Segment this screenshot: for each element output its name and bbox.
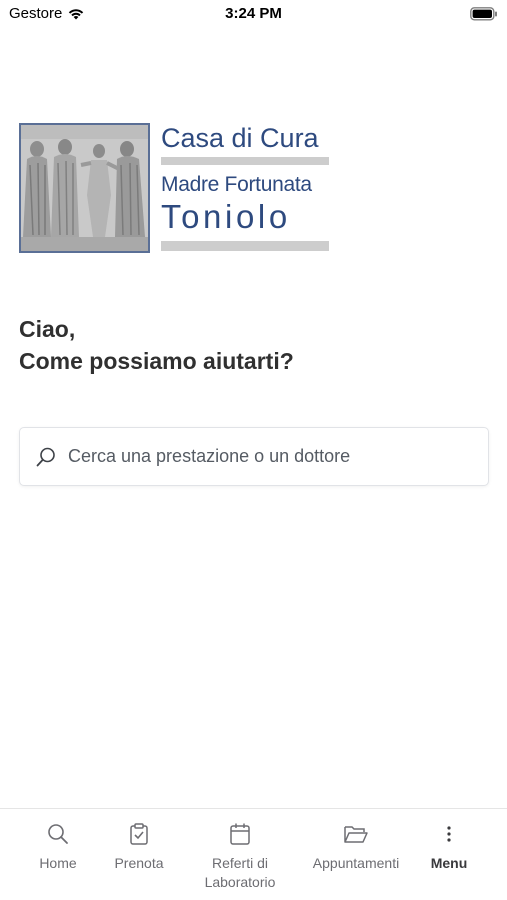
nav-label-menu: Menu xyxy=(430,855,468,871)
logo-line-casa-di-cura: Casa di Cura xyxy=(161,123,319,153)
logo-line-madre-fortunata: Madre Fortunata xyxy=(161,173,312,196)
bottom-nav: Home Prenota Referti di Laboratorio Appu… xyxy=(0,808,507,900)
clipboard-check-icon xyxy=(129,821,149,847)
logo-line-toniolo: Toniolo xyxy=(161,198,291,235)
greeting: Ciao, Come possiamo aiutarti? xyxy=(19,313,294,377)
nav-label-referti: Referti di Laboratorio xyxy=(205,854,276,892)
clinic-logo: Casa di Cura Madre Fortunata Toniolo xyxy=(19,123,334,255)
search-icon xyxy=(36,447,55,467)
greeting-hello: Ciao, xyxy=(19,316,76,342)
battery-icon xyxy=(470,7,498,25)
app-screen: Gestore 3:24 PM Casa di Cura Madre Fortu… xyxy=(0,0,507,900)
nav-label-appuntamenti: Appuntamenti xyxy=(312,855,400,871)
logo-wordmark: Casa di Cura Madre Fortunata Toniolo xyxy=(161,123,333,255)
status-bar: Gestore 3:24 PM xyxy=(0,0,507,30)
logo-relief-image xyxy=(19,123,150,253)
logo-divider xyxy=(161,241,329,251)
status-time: 3:24 PM xyxy=(225,5,282,22)
nav-label-referti-line2: Laboratorio xyxy=(204,874,276,890)
search-box[interactable] xyxy=(19,427,489,486)
nav-item-menu[interactable]: Menu xyxy=(423,809,475,900)
folder-open-icon xyxy=(343,821,369,847)
search-input[interactable] xyxy=(68,428,478,485)
calendar-icon xyxy=(229,821,251,847)
nav-item-referti-di-laboratorio[interactable]: Referti di Laboratorio xyxy=(190,809,290,900)
nav-label-referti-line1: Referti di xyxy=(211,855,268,871)
more-vertical-icon xyxy=(446,821,452,847)
nav-item-prenota[interactable]: Prenota xyxy=(104,809,174,900)
search-icon xyxy=(46,821,70,847)
nav-item-home[interactable]: Home xyxy=(28,809,88,900)
greeting-question: Come possiamo aiutarti? xyxy=(19,348,294,374)
nav-label-home: Home xyxy=(39,855,77,871)
nav-item-appuntamenti[interactable]: Appuntamenti xyxy=(304,809,408,900)
nav-label-prenota: Prenota xyxy=(114,855,164,871)
logo-divider xyxy=(161,157,329,165)
